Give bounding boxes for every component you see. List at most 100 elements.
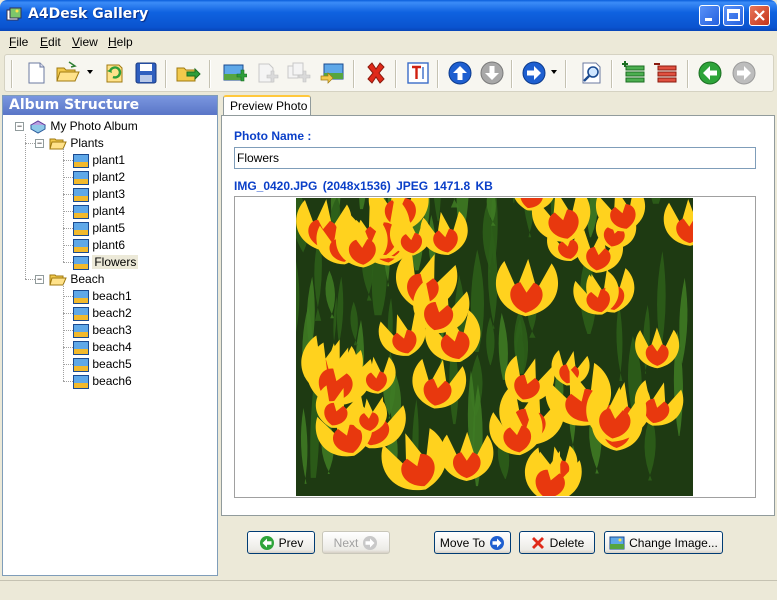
title-bar: A4Desk Gallery [0, 0, 777, 31]
open-icon[interactable] [55, 60, 81, 86]
delete-icon[interactable] [363, 60, 389, 86]
expand-icon[interactable] [621, 60, 647, 86]
add-photo-icon[interactable] [221, 60, 247, 86]
photo-name-label: Photo Name : [234, 129, 312, 143]
tree-photo-item[interactable]: beach6 [73, 373, 132, 390]
tree-photo-label: beach3 [92, 323, 132, 337]
photo-icon [73, 340, 89, 355]
tree-photo-label: plant1 [92, 153, 126, 167]
tree-photo-item[interactable]: beach5 [73, 356, 132, 373]
toolbar-separator [165, 60, 167, 88]
rename-text-icon[interactable] [405, 60, 431, 86]
tree-connector [63, 284, 64, 381]
tab-preview-photo[interactable]: Preview Photo [223, 95, 311, 116]
photo-icon [73, 238, 89, 253]
prev-label: Prev [278, 535, 304, 550]
tree-connector [63, 330, 73, 331]
tree-connector [63, 228, 73, 229]
move-to-arrow-icon [490, 535, 505, 550]
expander-root[interactable]: − [15, 122, 24, 131]
maximize-icon [727, 9, 740, 21]
tree-album-1[interactable]: Beach [49, 271, 104, 288]
album-structure-pane: Album Structure − My Photo Album − Plants… [2, 95, 218, 576]
tree-connector [63, 148, 64, 262]
delete-x-icon [531, 536, 544, 549]
collapse-icon[interactable] [653, 60, 679, 86]
save-icon[interactable] [133, 60, 159, 86]
tree-connector [63, 364, 73, 365]
close-button[interactable] [749, 5, 770, 26]
preview-pane: Preview Photo Photo Name : IMG_0420.JPG … [221, 95, 775, 576]
tree-photo-label: plant5 [92, 221, 126, 235]
export-icon[interactable] [175, 60, 201, 86]
tree-photo-item[interactable]: Flowers [73, 254, 139, 271]
photo-icon [73, 374, 89, 389]
folder-open-icon [49, 138, 67, 150]
photo-icon [73, 204, 89, 219]
prev-button[interactable]: Prev [247, 531, 315, 554]
tree-connector [25, 134, 26, 279]
tree-photo-item[interactable]: plant6 [73, 237, 125, 254]
tree-photo-label: plant4 [92, 204, 126, 218]
folder-open-icon [49, 274, 67, 286]
tree-photo-label: beach5 [92, 357, 132, 371]
tree-photo-item[interactable]: beach2 [73, 305, 132, 322]
photo-icon [73, 153, 89, 168]
tree-photo-item[interactable]: beach3 [73, 322, 132, 339]
photo-icon [73, 187, 89, 202]
tree-root-label: My Photo Album [50, 119, 138, 133]
next-label: Next [333, 535, 359, 550]
tree-connector [63, 211, 73, 212]
reload-icon[interactable] [101, 60, 127, 86]
tree-photo-item[interactable]: beach4 [73, 339, 132, 356]
change-image-label: Change Image... [629, 535, 718, 550]
close-icon [754, 10, 765, 21]
tree-album-label: Plants [70, 136, 104, 150]
tree-photo-item[interactable]: plant5 [73, 220, 125, 237]
toolbar-separator [687, 60, 689, 88]
tree-photo-item[interactable]: plant4 [73, 203, 125, 220]
tree-photo-label: plant2 [92, 170, 126, 184]
photo-name-input[interactable] [234, 147, 756, 169]
menu-edit[interactable]: Edit [40, 35, 61, 49]
move-down-icon[interactable] [479, 60, 505, 86]
photo-icon [73, 357, 89, 372]
delete-button[interactable]: Delete [519, 531, 595, 554]
tree-photo-item[interactable]: plant1 [73, 152, 125, 169]
preview-icon[interactable] [579, 60, 605, 86]
tree-connector [63, 245, 73, 246]
tree-root[interactable]: My Photo Album [29, 118, 138, 135]
tree-photo-item[interactable]: beach1 [73, 288, 132, 305]
toolbar-separator [437, 60, 439, 88]
navigate-icon[interactable] [521, 60, 547, 86]
menu-view[interactable]: View [72, 35, 98, 49]
image-icon [609, 536, 625, 549]
expander-album[interactable]: − [35, 275, 44, 284]
tree-connector [63, 381, 73, 382]
photo-icon [73, 323, 89, 338]
prev-arrow-icon [259, 535, 274, 550]
replace-photo-icon[interactable] [319, 60, 345, 86]
move-up-icon[interactable] [447, 60, 473, 86]
back-icon[interactable] [697, 60, 723, 86]
expander-album[interactable]: − [35, 139, 44, 148]
menu-help[interactable]: Help [108, 35, 133, 49]
tree-album-label: Beach [70, 272, 105, 286]
navigate-dropdown-arrow[interactable] [551, 70, 557, 74]
minimize-icon [705, 18, 712, 21]
maximize-button[interactable] [723, 5, 744, 26]
new-icon[interactable] [23, 60, 49, 86]
app-icon [6, 7, 22, 21]
open-dropdown-arrow[interactable] [87, 70, 93, 74]
move-to-button[interactable]: Move To [434, 531, 511, 554]
tree-connector [63, 177, 73, 178]
next-button: Next [322, 531, 390, 554]
tree-photo-item[interactable]: plant2 [73, 169, 125, 186]
minimize-button[interactable] [699, 5, 720, 26]
tree-photo-item[interactable]: plant3 [73, 186, 125, 203]
tree-album-0[interactable]: Plants [49, 135, 104, 152]
delete-label: Delete [549, 535, 585, 550]
menu-file[interactable]: File [9, 35, 28, 49]
change-image-button[interactable]: Change Image... [604, 531, 723, 554]
tree-photo-label: plant3 [92, 187, 126, 201]
